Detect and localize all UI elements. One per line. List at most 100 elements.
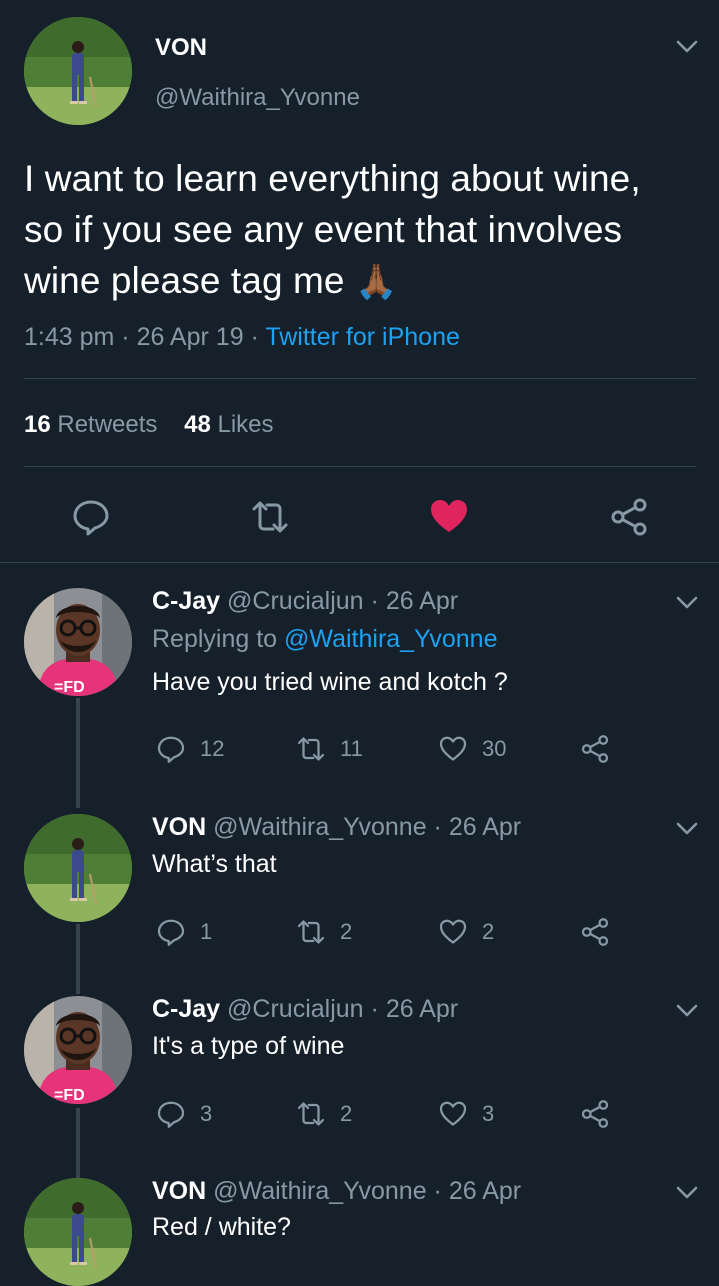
share-icon bbox=[580, 1099, 610, 1129]
thread-line bbox=[76, 924, 80, 994]
tweet-text: I want to learn everything about wine, s… bbox=[24, 153, 704, 308]
avatar-image bbox=[24, 588, 132, 696]
retweet-count: 11 bbox=[340, 736, 363, 761]
avatar[interactable] bbox=[24, 996, 132, 1104]
reply-date: · 26 Apr bbox=[370, 995, 459, 1023]
reply-author-name[interactable]: C-Jay bbox=[152, 587, 220, 615]
reply-author-name[interactable]: VON bbox=[152, 813, 206, 841]
reply-date: · 26 Apr bbox=[370, 587, 459, 615]
chevron-down-icon[interactable] bbox=[676, 822, 698, 836]
avatar[interactable] bbox=[24, 814, 132, 922]
retweet-button[interactable]: 11 bbox=[296, 734, 363, 764]
reply-header: VON @Waithira_Yvonne · 26 Apr bbox=[152, 813, 521, 842]
like-icon bbox=[438, 1099, 468, 1129]
avatar-image bbox=[24, 17, 132, 125]
like-count: 30 bbox=[482, 736, 507, 761]
likes-count: 48 bbox=[184, 411, 211, 438]
reply-header: C-Jay @Crucialjun · 26 Apr bbox=[152, 995, 458, 1024]
chevron-down-icon[interactable] bbox=[676, 596, 698, 610]
avatar-image bbox=[24, 996, 132, 1104]
replying-to-link[interactable]: @Waithira_Yvonne bbox=[284, 625, 497, 653]
reply-text: What’s that bbox=[152, 850, 277, 878]
reply-author-handle[interactable]: @Waithira_Yvonne bbox=[213, 813, 426, 841]
tweet-source-link[interactable]: Twitter for iPhone bbox=[265, 323, 460, 351]
divider bbox=[0, 562, 719, 563]
reply-text: Red / white? bbox=[152, 1213, 291, 1241]
retweet-count: 2 bbox=[340, 1101, 353, 1126]
author-name[interactable]: VON bbox=[155, 34, 207, 62]
reply-count: 12 bbox=[200, 736, 225, 761]
reply-text: Have you tried wine and kotch ? bbox=[152, 668, 508, 696]
tweet-time: 1:43 pm bbox=[24, 323, 115, 351]
reply-header: VON @Waithira_Yvonne · 26 Apr bbox=[152, 1177, 521, 1206]
like-count: 2 bbox=[482, 919, 495, 944]
like-icon bbox=[438, 917, 468, 947]
like-icon[interactable] bbox=[429, 497, 469, 537]
retweet-button[interactable]: 2 bbox=[296, 1099, 352, 1129]
retweet-icon[interactable] bbox=[250, 497, 290, 537]
tweet-text-line: I want to learn everything about wine, bbox=[24, 158, 641, 199]
retweets-stat[interactable]: 16 Retweets bbox=[24, 411, 157, 438]
reply-button[interactable]: 3 bbox=[156, 1099, 212, 1129]
like-button[interactable]: 2 bbox=[438, 917, 494, 947]
share-icon bbox=[580, 734, 610, 764]
reply-text: It's a type of wine bbox=[152, 1032, 345, 1060]
retweet-icon bbox=[296, 917, 326, 947]
tweet-text-line: wine please tag me bbox=[24, 260, 345, 301]
reply-author-name[interactable]: VON bbox=[152, 1177, 206, 1205]
reply-icon bbox=[156, 1099, 186, 1129]
retweet-button[interactable]: 2 bbox=[296, 917, 352, 947]
reply-button[interactable]: 12 bbox=[156, 734, 224, 764]
tweet-text-line: so if you see any event that involves bbox=[24, 209, 623, 250]
reply-icon bbox=[156, 917, 186, 947]
reply-actions: 3 2 3 bbox=[156, 1099, 626, 1133]
like-button[interactable]: 30 bbox=[438, 734, 506, 764]
pray-emoji: 🙏🏾 bbox=[355, 263, 398, 301]
tweet-meta: 1:43 pm · 26 Apr 19 · Twitter for iPhone bbox=[24, 323, 460, 351]
like-icon bbox=[438, 734, 468, 764]
thread-line bbox=[76, 698, 80, 808]
share-icon bbox=[580, 917, 610, 947]
retweet-icon bbox=[296, 734, 326, 764]
reply-actions: 1 2 2 bbox=[156, 917, 626, 951]
tweet-text-line: wine please tag me 🙏🏾 bbox=[24, 255, 704, 308]
thread-line bbox=[76, 1108, 80, 1178]
retweets-count: 16 bbox=[24, 411, 51, 438]
retweet-icon bbox=[296, 1099, 326, 1129]
like-button[interactable]: 3 bbox=[438, 1099, 494, 1129]
tweet-date: 26 Apr 19 bbox=[136, 323, 244, 351]
reply-date: · 26 Apr bbox=[433, 813, 522, 841]
reply-count: 1 bbox=[200, 919, 213, 944]
share-button[interactable] bbox=[580, 1099, 610, 1129]
reply-author-handle[interactable]: @Crucialjun bbox=[227, 995, 364, 1023]
share-icon[interactable] bbox=[609, 497, 649, 537]
chevron-down-icon[interactable] bbox=[676, 1186, 698, 1200]
retweets-label: Retweets bbox=[57, 411, 158, 438]
reply-header: C-Jay @Crucialjun · 26 Apr bbox=[152, 587, 458, 616]
share-button[interactable] bbox=[580, 917, 610, 947]
author-handle[interactable]: @Waithira_Yvonne bbox=[155, 84, 360, 112]
share-button[interactable] bbox=[580, 734, 610, 764]
retweet-count: 2 bbox=[340, 919, 353, 944]
avatar-image bbox=[24, 814, 132, 922]
replying-to-prefix: Replying to bbox=[152, 625, 278, 653]
chevron-down-icon[interactable] bbox=[676, 40, 698, 54]
divider bbox=[24, 378, 696, 379]
divider bbox=[24, 466, 696, 467]
reply-icon[interactable] bbox=[71, 497, 111, 537]
reply-button[interactable]: 1 bbox=[156, 917, 212, 947]
reply-count: 3 bbox=[200, 1101, 213, 1126]
tweet-stats: 16 Retweets 48 Likes bbox=[24, 411, 274, 439]
reply-author-handle[interactable]: @Waithira_Yvonne bbox=[213, 1177, 426, 1205]
avatar[interactable] bbox=[24, 588, 132, 696]
replying-to: Replying to @Waithira_Yvonne bbox=[152, 625, 497, 654]
chevron-down-icon[interactable] bbox=[676, 1004, 698, 1018]
reply-author-handle[interactable]: @Crucialjun bbox=[227, 587, 364, 615]
reply-actions: 12 11 30 bbox=[156, 734, 626, 768]
likes-stat[interactable]: 48 Likes bbox=[184, 411, 273, 438]
avatar[interactable] bbox=[24, 17, 132, 125]
likes-label: Likes bbox=[217, 411, 274, 438]
reply-icon bbox=[156, 734, 186, 764]
reply-date: · 26 Apr bbox=[433, 1177, 522, 1205]
reply-author-name[interactable]: C-Jay bbox=[152, 995, 220, 1023]
